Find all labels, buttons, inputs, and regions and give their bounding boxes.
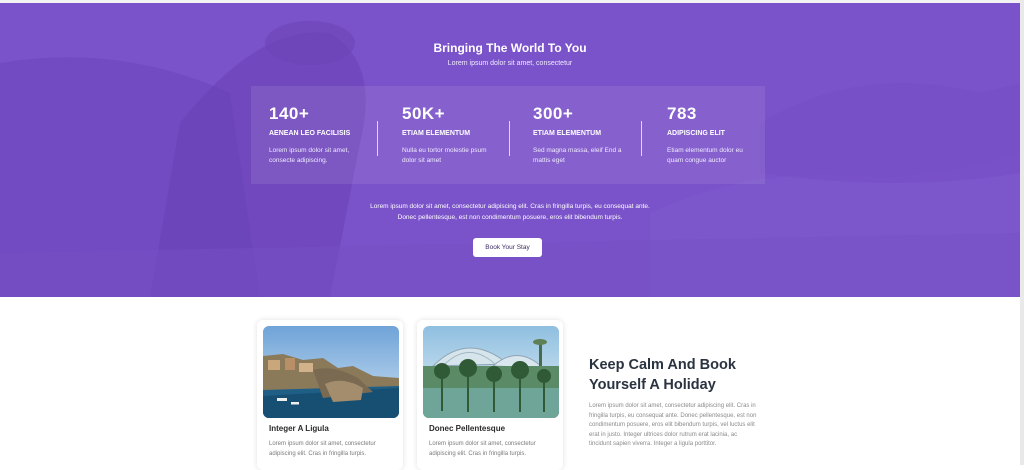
destination-card[interactable]: Donec Pellentesque Lorem ipsum dolor sit… (417, 320, 563, 470)
stat-label: ETIAM ELEMENTUM (533, 130, 602, 137)
hero-paragraph-line: Donec pellentesque, est non condimentum … (397, 214, 623, 221)
hero-section: Bringing The World To You Lorem ipsum do… (0, 3, 1020, 297)
hero-paragraph: Lorem ipsum dolor sit amet, consectetur … (0, 201, 1020, 223)
section-text: Lorem ipsum dolor sit amet, consectetur … (589, 403, 757, 448)
card-title: Donec Pellentesque (429, 424, 506, 433)
stat-label: AENEAN LEO FACILISIS (269, 130, 351, 137)
book-your-stay-button[interactable]: Book Your Stay (473, 238, 542, 257)
card-title: Integer A Ligula (269, 424, 329, 433)
stat-divider (509, 121, 510, 156)
destination-card[interactable]: Integer A Ligula Lorem ipsum dolor sit a… (257, 320, 403, 470)
section-heading: Keep Calm And Book Yourself A Holiday (589, 357, 736, 393)
hero-title: Bringing The World To You (433, 41, 587, 55)
stat-description: Lorem ipsum dolor sit amet, consecte adi… (269, 147, 350, 164)
hero-subtitle: Lorem ipsum dolor sit amet, consectetur (447, 60, 573, 67)
card-text: Lorem ipsum dolor sit amet, consectetur … (429, 441, 536, 457)
hero-paragraph-line: Lorem ipsum dolor sit amet, consectetur … (370, 203, 650, 210)
stat-description: Etiam elementum dolor eu quam congue auc… (667, 147, 743, 164)
stat-value: 140+ (269, 104, 310, 123)
card-image-garden-domes (423, 326, 559, 418)
stat-label: ETIAM ELEMENTUM (402, 130, 471, 137)
stat-value: 783 (667, 104, 697, 123)
stat-divider (377, 121, 378, 156)
stat-divider (641, 121, 642, 156)
stat-description: Nulla eu tortor molestie psum dolor sit … (402, 147, 487, 164)
stat-label: ADIPISCING ELIT (667, 130, 725, 137)
page-right-edge (1020, 0, 1024, 465)
card-image-coastal-town (263, 326, 399, 418)
stats-panel: 140+ AENEAN LEO FACILISIS Lorem ipsum do… (251, 86, 765, 184)
stat-value: 300+ (533, 104, 574, 123)
stat-description: Sed magna massa, eleif End a mattis eget (533, 147, 622, 164)
card-text: Lorem ipsum dolor sit amet, consectetur … (269, 441, 376, 457)
stat-value: 50K+ (402, 104, 446, 123)
